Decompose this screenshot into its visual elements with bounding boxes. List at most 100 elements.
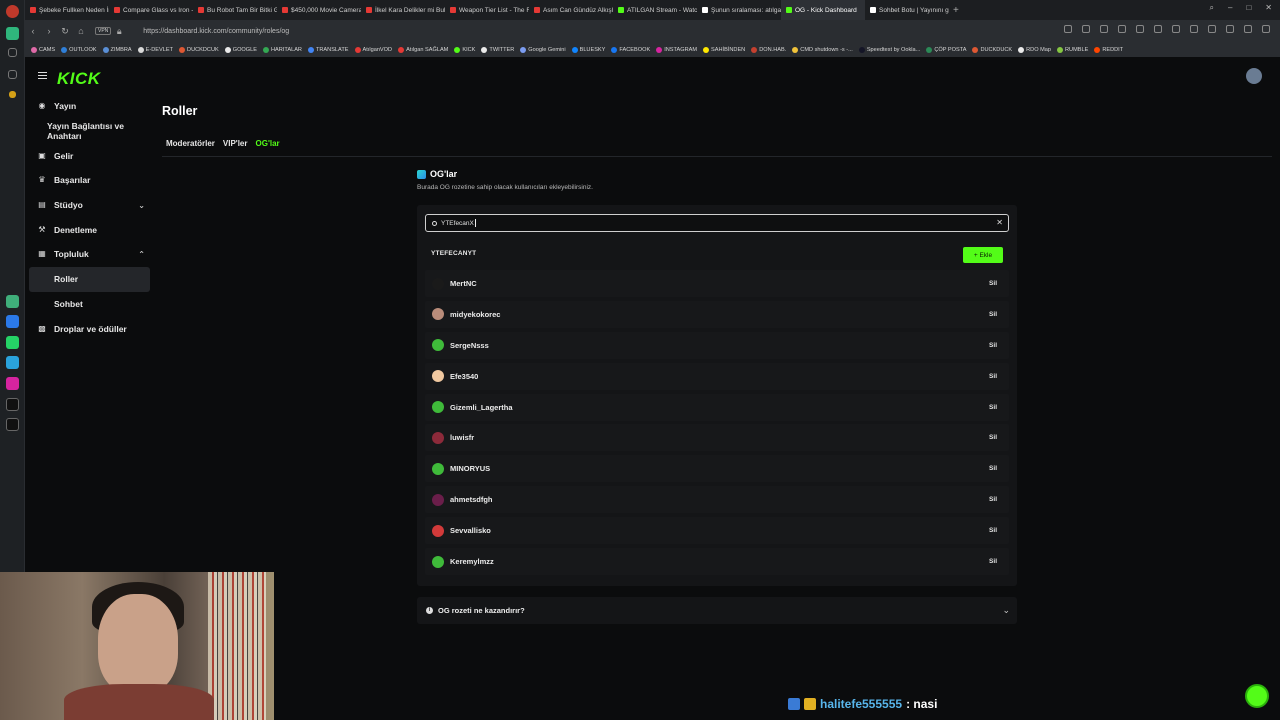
og-faq-accordion[interactable]: i OG rozeti ne kazandırır? ⌄ (417, 597, 1017, 624)
delete-og-button[interactable]: Sil (989, 496, 997, 503)
bookmark-item[interactable]: DUCKDUCK (972, 46, 1012, 53)
sidenav-item[interactable]: ⚒ Denetleme (25, 217, 153, 242)
bookmark-item[interactable]: ÇÖP POSTA (926, 46, 966, 53)
sidenav-item[interactable]: ▣ Gelir (25, 143, 153, 168)
roles-subtab[interactable]: OG'lar (256, 139, 280, 148)
bookmark-item[interactable]: FACEBOOK (611, 46, 650, 53)
wallet-icon[interactable] (8, 70, 17, 79)
sidenav-item[interactable]: ▦ Topluluk ⌃ (25, 242, 153, 267)
play-icon[interactable] (1208, 25, 1216, 33)
delete-og-button[interactable]: Sil (989, 558, 997, 565)
heart-icon[interactable] (1118, 25, 1126, 33)
browser-tab[interactable]: Şebeke Fullken Neden İni (25, 0, 109, 20)
bookmark-item[interactable]: DON.HAB. (751, 46, 786, 53)
profile-icon[interactable] (1190, 25, 1198, 33)
bookmark-item[interactable]: RUMBLE (1057, 46, 1088, 53)
whatsapp-icon[interactable] (6, 336, 19, 349)
bookmark-item[interactable]: CAMS (31, 46, 55, 53)
edit-icon[interactable] (1064, 25, 1072, 33)
camera-icon[interactable] (1082, 25, 1090, 33)
bookmark-item[interactable]: CMD shutdown -s -... (792, 46, 853, 53)
delete-og-button[interactable]: Sil (989, 404, 997, 411)
chevron-up-icon[interactable]: ⌃ (138, 250, 145, 259)
sidenav-item[interactable]: ▤ Stüdyo ⌄ (25, 193, 153, 218)
download-icon[interactable] (1136, 25, 1144, 33)
extension-2-icon[interactable] (1244, 25, 1252, 33)
opera-logo-icon[interactable] (6, 5, 19, 18)
sidenav-item[interactable]: ♛ Başarılar (25, 168, 153, 193)
messenger-icon[interactable] (6, 315, 19, 328)
user-avatar[interactable] (1246, 68, 1262, 84)
close-window-icon[interactable]: ✕ (1265, 3, 1272, 13)
bookmark-item[interactable]: GOOGLE (224, 46, 257, 53)
browser-tab[interactable]: Sohbet Botu | Yayınını gü (865, 0, 949, 20)
bookmark-item[interactable]: ZIMBRA (102, 46, 132, 53)
hamburger-menu-icon[interactable] (38, 72, 47, 79)
kick-logo[interactable]: KICK (57, 69, 101, 89)
clear-search-icon[interactable]: ✕ (996, 218, 1003, 227)
bookmark-item[interactable]: TRANSLATE (307, 46, 349, 53)
new-tab-button[interactable]: + (949, 5, 959, 16)
sidenav-item[interactable]: ▩ Droplar ve ödüller (25, 316, 153, 341)
browser-tab[interactable]: Asım Can Gündüz Alkışlar (529, 0, 613, 20)
sidenav-item[interactable]: Roller (29, 266, 150, 292)
browser-tab[interactable]: İlkel Kara Delikler mi Bulu (361, 0, 445, 20)
browser-tab[interactable]: Weapon Tier List - The Fo (445, 0, 529, 20)
og-search-input[interactable]: YTEfecanX ✕ (425, 214, 1009, 232)
instagram-icon[interactable] (6, 377, 19, 390)
search-tabs-icon[interactable]: ⌕ (1210, 3, 1214, 13)
bookmark-item[interactable]: Atılgan SAĞLAM (398, 46, 448, 53)
delete-og-button[interactable]: Sil (989, 373, 997, 380)
sidenav-item[interactable]: ◉ Yayın (25, 94, 153, 119)
extension-icon[interactable] (1172, 25, 1180, 33)
x-icon[interactable] (6, 418, 19, 431)
bookmark-item[interactable]: BLUESKY (571, 46, 605, 53)
delete-og-button[interactable]: Sil (989, 342, 997, 349)
forward-icon[interactable]: › (41, 26, 57, 36)
sidenav-item[interactable]: Yayın Bağlantısı ve Anahtarı (25, 119, 153, 144)
reload-icon[interactable]: ↻ (57, 26, 73, 37)
bookmark-item[interactable]: KICK (454, 46, 475, 53)
browser-tab[interactable]: Şunun sıralaması: atılgan (697, 0, 781, 20)
support-chat-button[interactable] (1245, 684, 1269, 708)
delete-og-button[interactable]: Sil (989, 434, 997, 441)
vpn-badge[interactable]: VPN (95, 27, 112, 35)
bookmark-item[interactable]: SAHİBİNDEN (703, 46, 745, 53)
back-icon[interactable]: ‹ (25, 26, 41, 36)
bookmark-item[interactable]: Google Gemini (520, 46, 566, 53)
bookmark-item[interactable]: E-DEVLET (137, 46, 173, 53)
menu-lines-icon[interactable] (1154, 25, 1162, 33)
more-icon[interactable] (1262, 25, 1270, 33)
bookmark-item[interactable]: INSTAGRAM (656, 46, 697, 53)
delete-og-button[interactable]: Sil (989, 280, 997, 287)
delete-og-button[interactable]: Sil (989, 527, 997, 534)
delete-og-button[interactable]: Sil (989, 311, 997, 318)
browser-tab[interactable]: ATILGAN Stream - Watch (613, 0, 697, 20)
roles-subtab[interactable]: Moderatörler (166, 139, 215, 148)
shield-icon[interactable] (1100, 25, 1108, 33)
minimize-icon[interactable]: – (1228, 3, 1232, 13)
browser-tab[interactable]: Bu Robot Tam Bir Bitki Gil (193, 0, 277, 20)
chatgpt-icon[interactable] (6, 295, 19, 308)
home-icon[interactable] (6, 27, 19, 40)
add-og-button[interactable]: + Ekle (963, 247, 1003, 263)
bookmark-item[interactable]: TWITTER (481, 46, 514, 53)
home-nav-icon[interactable]: ⌂ (73, 26, 89, 36)
maximize-icon[interactable]: □ (1246, 3, 1251, 13)
bookmark-item[interactable]: REDDIT (1094, 46, 1123, 53)
bookmark-item[interactable]: HARITALAR (262, 46, 302, 53)
browser-tab[interactable]: $450,000 Movie Camera (277, 0, 361, 20)
browser-tab[interactable]: Compare Glass vs Iron - Y (109, 0, 193, 20)
sidenav-item[interactable]: Sohbet (25, 292, 153, 317)
browser-tab[interactable]: OG - Kick Dashboard (781, 0, 865, 20)
chevron-down-icon[interactable]: ⌄ (138, 201, 145, 210)
bookmark-item[interactable]: OUTLOOK (61, 46, 97, 53)
url-field[interactable]: https://dashboard.kick.com/community/rol… (143, 28, 289, 35)
bookmark-item[interactable]: AtılganVOD (354, 46, 392, 53)
bookmark-item[interactable]: Speedtest by Ookla... (858, 46, 920, 53)
record-icon[interactable] (1226, 25, 1234, 33)
bookmark-item[interactable]: DUCKDCUK (179, 46, 219, 53)
bookmark-item[interactable]: RDO Map (1018, 46, 1051, 53)
delete-og-button[interactable]: Sil (989, 465, 997, 472)
bookmark-icon[interactable] (8, 48, 17, 57)
